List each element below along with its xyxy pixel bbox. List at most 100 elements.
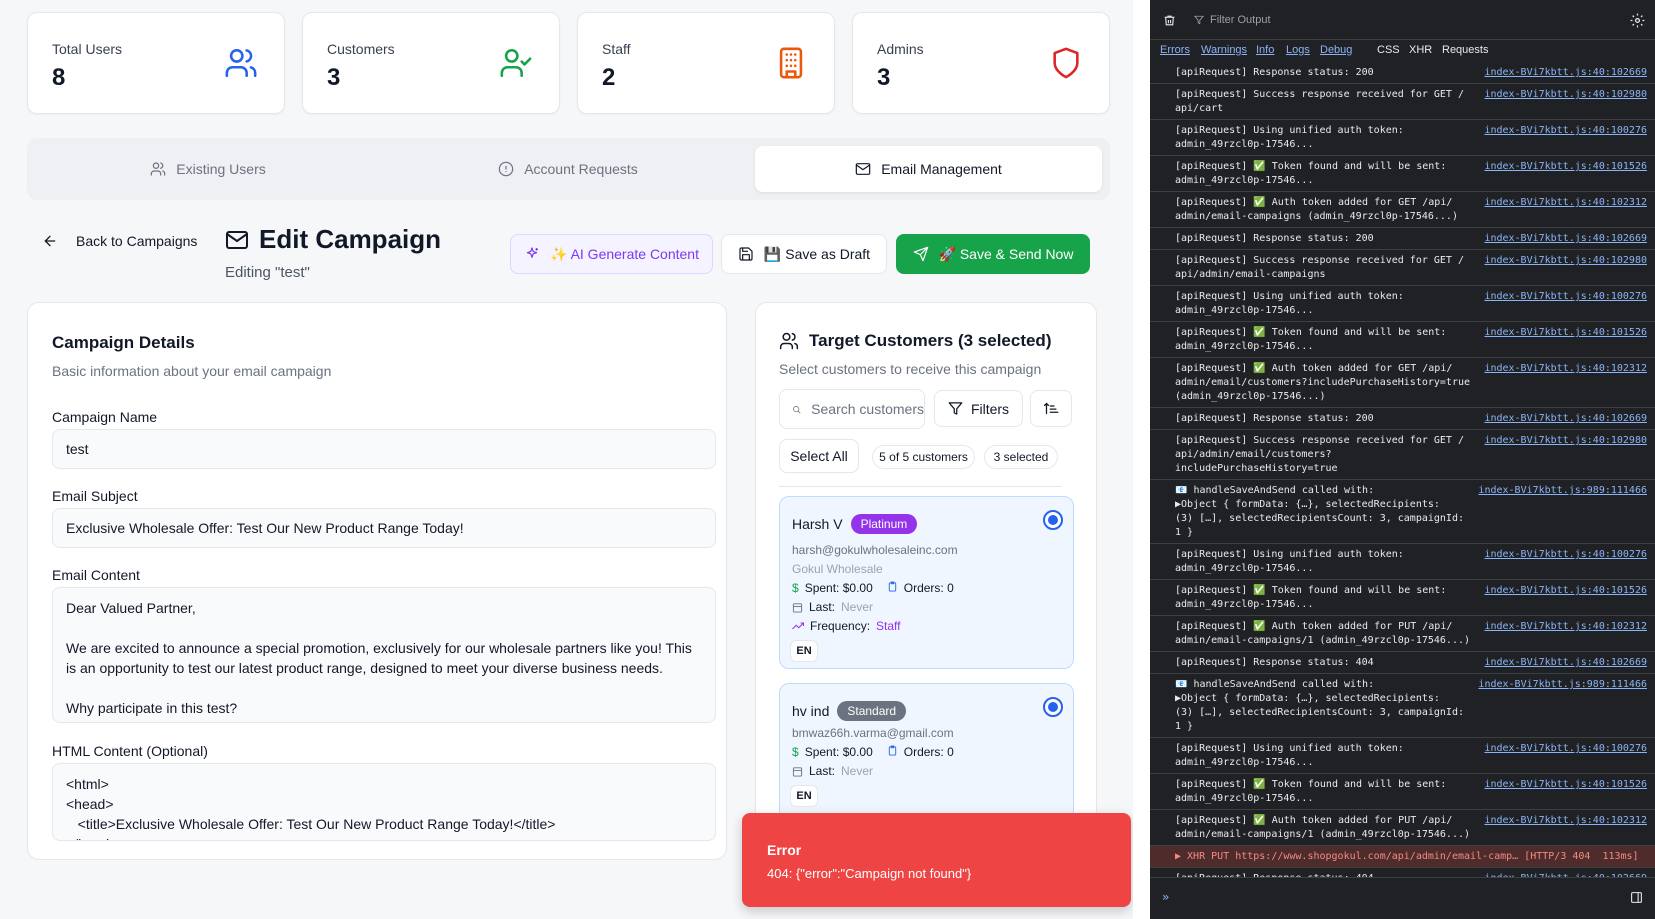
console-log-row[interactable]: [apiRequest] Success response received f… [1150,84,1655,120]
gear-icon[interactable] [1630,13,1645,28]
log-source-link[interactable]: index-BVi7kbtt.js:40:102980 [1484,254,1647,268]
console-log-row[interactable]: [apiRequest] Response status: 200 index-B… [1150,228,1655,250]
log-source-link[interactable]: index-BVi7kbtt.js:40:102312 [1484,196,1647,210]
console-log-row[interactable]: 📧 handleSaveAndSend called with: ▶Object… [1150,674,1655,738]
console-log-row[interactable]: [apiRequest] ✅ Auth token added for PUT … [1150,616,1655,652]
log-source-link[interactable]: index-BVi7kbtt.js:40:100276 [1484,548,1647,562]
trash-icon[interactable] [1163,14,1176,27]
customer-last-order: Never [841,600,874,614]
log-source-link[interactable]: index-BVi7kbtt.js:40:102312 [1484,814,1647,828]
frequency-label: Frequency: [810,619,871,633]
tab-xhr[interactable]: XHR [1409,44,1432,56]
customer-select-radio[interactable] [1043,510,1063,530]
console-input[interactable]: » [1150,877,1655,919]
customer-select-radio[interactable] [1043,697,1063,717]
console-log-row[interactable]: 📧 handleSaveAndSend called with: ▶Object… [1150,480,1655,544]
filters-button[interactable]: Filters [934,390,1023,427]
email-content-textarea[interactable]: Dear Valued Partner, We are excited to a… [52,587,716,723]
customer-frequency-row: Frequency: Staff [792,619,901,633]
tab-account-requests[interactable]: Account Requests [395,146,741,192]
log-source-link[interactable]: index-BVi7kbtt.js:40:100276 [1484,290,1647,304]
log-source-link[interactable]: index-BVi7kbtt.js:40:101526 [1484,584,1647,598]
console-log-row[interactable]: [apiRequest] Using unified auth token: a… [1150,286,1655,322]
log-message: [apiRequest] Success response received f… [1175,255,1464,280]
console-log-row[interactable]: [apiRequest] Using unified auth token: a… [1150,544,1655,580]
log-source-link[interactable]: index-BVi7kbtt.js:40:101526 [1484,326,1647,340]
customer-orders: Orders: 0 [903,745,954,759]
tab-existing-users[interactable]: Existing Users [35,146,381,192]
tab-info[interactable]: Info [1256,44,1274,56]
log-source-link[interactable]: index-BVi7kbtt.js:40:101526 [1484,778,1647,792]
log-source-link[interactable]: index-BVi7kbtt.js:40:102669 [1484,656,1647,670]
log-message: [apiRequest] ✅ Token found and will be s… [1175,327,1447,352]
log-source-link[interactable]: index-BVi7kbtt.js:40:102669 [1484,66,1647,80]
console-log-row[interactable]: [apiRequest] Response status: 404index-B… [1150,868,1655,877]
log-source-link[interactable]: index-BVi7kbtt.js:40:102312 [1484,362,1647,376]
dollar-icon: $ [792,745,799,759]
console-log-row[interactable]: [apiRequest] ✅ Token found and will be s… [1150,774,1655,810]
save-and-send-button[interactable]: 🚀 Save & Send Now [896,234,1090,274]
console-log-row[interactable]: [apiRequest] Success response received f… [1150,430,1655,480]
console-log-row[interactable]: [apiRequest] ✅ Auth token added for PUT … [1150,810,1655,846]
selected-count-badge: 3 selected [984,445,1058,469]
console-log-row[interactable]: [apiRequest] Response status: 404index-B… [1150,652,1655,674]
tab-debug[interactable]: Debug [1320,44,1352,56]
tab-requests[interactable]: Requests [1442,44,1488,56]
select-all-button[interactable]: Select All [779,439,859,473]
filter-output-input[interactable]: Filter Output [1194,14,1271,26]
log-source-link[interactable]: index-BVi7kbtt.js:40:102980 [1484,434,1647,448]
customer-card[interactable]: Harsh V Platinum harsh@gokulwholesaleinc… [779,496,1074,669]
section-tabs: Existing Users Account Requests Email Ma… [27,138,1110,200]
log-source-link[interactable]: index-BVi7kbtt.js:989:111466 [1478,484,1647,498]
console-log-row[interactable]: [apiRequest] ✅ Token found and will be s… [1150,156,1655,192]
console-log-row[interactable]: [apiRequest] ✅ Token found and will be s… [1150,580,1655,616]
console-log-row[interactable]: [apiRequest] Response status: 200 index-B… [1150,62,1655,84]
console-log-row[interactable]: [apiRequest] ✅ Auth token added for GET … [1150,358,1655,408]
customer-search-input[interactable]: Search customers [779,389,925,429]
sort-button[interactable] [1030,390,1072,427]
customer-count-badge: 5 of 5 customers [872,445,975,469]
tab-warnings[interactable]: Warnings [1201,44,1247,56]
back-to-campaigns-link[interactable]: Back to Campaigns [42,233,197,249]
stat-label: Admins [877,41,924,57]
log-source-link[interactable]: index-BVi7kbtt.js:989:111466 [1478,678,1647,692]
users-icon [150,162,166,176]
log-message: ▶ XHR PUT https://www.shopgokul.com/api/… [1175,851,1639,862]
save-draft-button[interactable]: 💾 Save as Draft [721,234,887,274]
log-source-link[interactable]: index-BVi7kbtt.js:40:100276 [1484,742,1647,756]
log-source-link[interactable]: index-BVi7kbtt.js:40:102669 [1484,232,1647,246]
tab-errors[interactable]: Errors [1160,44,1190,56]
tab-css[interactable]: CSS [1377,44,1400,56]
tab-logs[interactable]: Logs [1286,44,1310,56]
email-subject-input[interactable]: Exclusive Wholesale Offer: Test Our New … [52,508,716,548]
console-log-row[interactable]: [apiRequest] Using unified auth token: a… [1150,120,1655,156]
tab-email-management[interactable]: Email Management [755,146,1102,192]
log-source-link[interactable]: index-BVi7kbtt.js:40:102312 [1484,620,1647,634]
log-source-link[interactable]: index-BVi7kbtt.js:40:100276 [1484,124,1647,138]
target-customers-subtitle: Select customers to receive this campaig… [779,361,1042,377]
html-content-textarea[interactable]: <html> <head> <title>Exclusive Wholesale… [52,763,716,841]
tab-label: Email Management [881,161,1002,177]
stat-label: Staff [602,41,631,57]
log-source-link[interactable]: index-BVi7kbtt.js:40:102980 [1484,88,1647,102]
console-log-row[interactable]: [apiRequest] Success response received f… [1150,250,1655,286]
campaign-name-input[interactable]: test [52,429,716,469]
trending-up-icon [792,622,804,630]
calendar-icon [792,602,803,613]
customer-card[interactable]: hv ind Standard bmwaz66h.varma@gmail.com… [779,683,1074,833]
stat-value: 8 [52,64,66,91]
panel-icon[interactable] [1630,891,1643,904]
log-source-link[interactable]: index-BVi7kbtt.js:40:102669 [1484,412,1647,426]
save-and-send-label: 🚀 Save & Send Now [938,245,1074,262]
console-log-row[interactable]: [apiRequest] ✅ Auth token added for GET … [1150,192,1655,228]
stat-card-admins: Admins 3 [852,12,1110,114]
console-log-row[interactable]: [apiRequest] ✅ Token found and will be s… [1150,322,1655,358]
send-icon [913,246,928,262]
error-toast[interactable]: Error 404: {"error":"Campaign not found"… [742,813,1131,907]
console-log-row[interactable]: [apiRequest] Using unified auth token: a… [1150,738,1655,774]
console-log-row[interactable]: ▶ XHR PUT https://www.shopgokul.com/api/… [1150,846,1655,868]
ai-generate-button[interactable]: ✨ AI Generate Content [510,234,713,274]
console-log-row[interactable]: [apiRequest] Response status: 200 index-B… [1150,408,1655,430]
log-source-link[interactable]: index-BVi7kbtt.js:40:101526 [1484,160,1647,174]
search-icon [793,405,801,413]
